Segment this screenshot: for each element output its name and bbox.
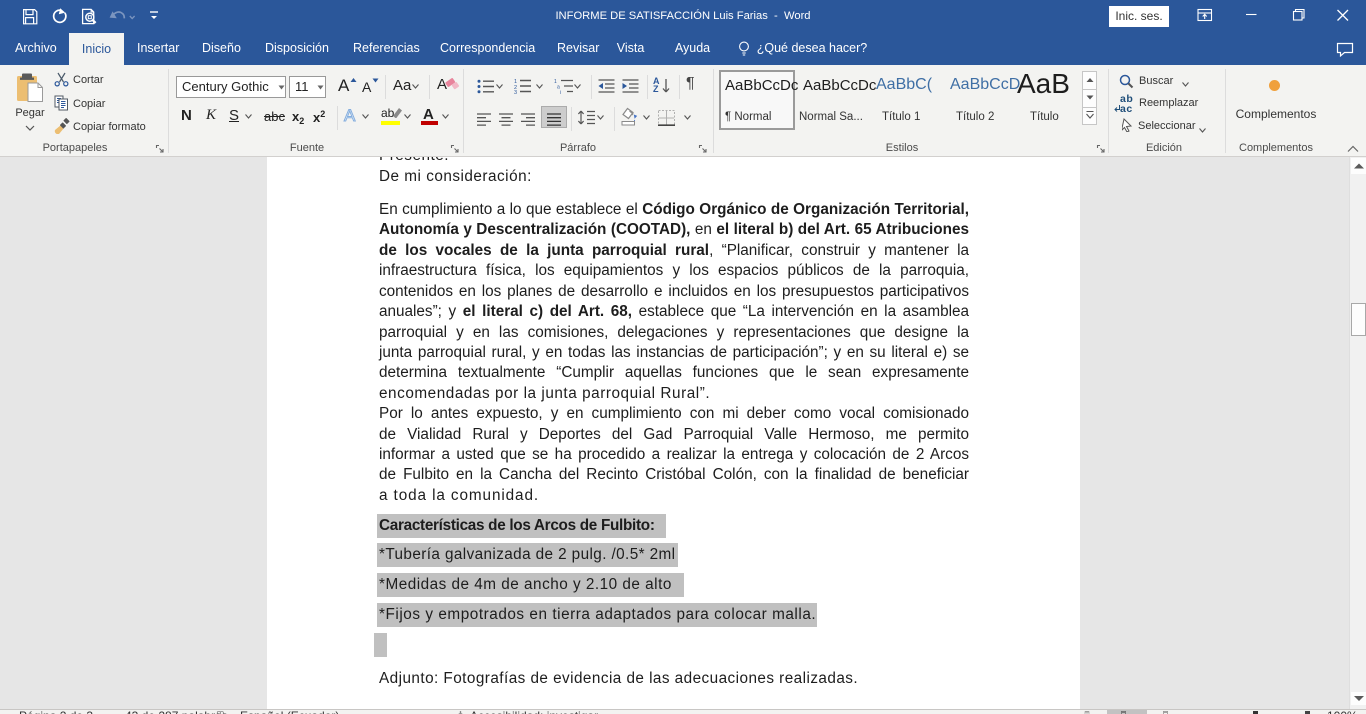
svg-text:3: 3 xyxy=(514,90,517,94)
svg-text:i: i xyxy=(560,90,561,94)
